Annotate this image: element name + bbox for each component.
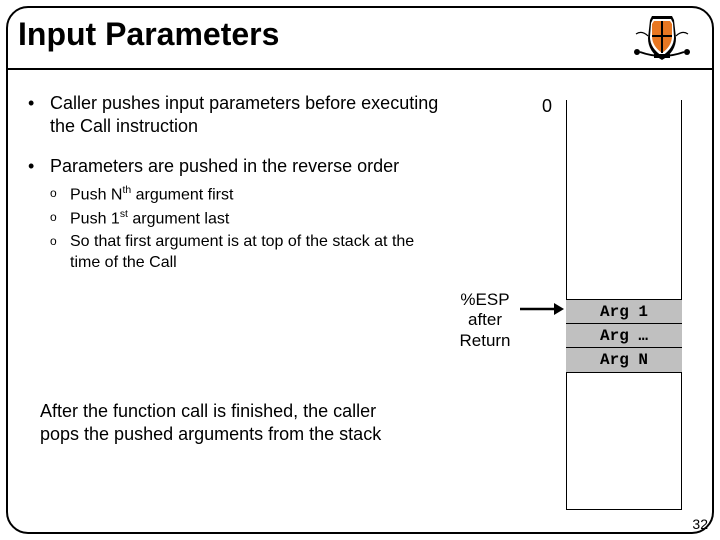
bullet-2-text: Parameters are pushed in the reverse ord…	[50, 156, 399, 176]
sub-bullet-2: o Push 1st argument last	[50, 208, 448, 230]
bullet-icon: •	[28, 92, 50, 137]
sub-bullet-2-text: Push 1st argument last	[70, 208, 229, 230]
esp-line3: Return	[450, 331, 520, 351]
stack-cell-argn: Arg N	[566, 348, 682, 372]
sub-bullet-icon: o	[50, 184, 70, 206]
sub-bullet-3-text: So that first argument is at top of the …	[70, 232, 448, 274]
sub-bullet-1: o Push Nth argument first	[50, 184, 448, 206]
sub-bullet-icon: o	[50, 208, 70, 230]
stack-cell-argdots: Arg …	[566, 324, 682, 348]
sub-bullet-1-text: Push Nth argument first	[70, 184, 233, 206]
content-area: • Caller pushes input parameters before …	[28, 92, 448, 281]
stack-cell-arg1: Arg 1	[566, 300, 682, 324]
sub-bullet-icon: o	[50, 232, 70, 274]
esp-label: %ESP after Return	[450, 290, 520, 351]
bullet-icon: •	[28, 155, 50, 275]
bullet-1: • Caller pushes input parameters before …	[28, 92, 448, 137]
title-divider	[6, 68, 714, 70]
page-number: 32	[692, 516, 708, 532]
stack-diagram: Arg 1 Arg … Arg N	[566, 100, 682, 510]
bullet-1-text: Caller pushes input parameters before ex…	[50, 92, 448, 137]
arrow-icon	[520, 302, 564, 316]
stack-top-label: 0	[542, 96, 552, 117]
slide-title: Input Parameters	[18, 16, 279, 53]
after-note: After the function call is finished, the…	[40, 400, 400, 447]
esp-line1: %ESP	[450, 290, 520, 310]
sub-list: o Push Nth argument first o Push 1st arg…	[50, 184, 448, 274]
princeton-shield-logo	[632, 10, 692, 64]
esp-line2: after	[450, 310, 520, 330]
bullet-2: • Parameters are pushed in the reverse o…	[28, 155, 448, 275]
sub-bullet-3: o So that first argument is at top of th…	[50, 232, 448, 274]
stack-args-band: Arg 1 Arg … Arg N	[566, 299, 682, 373]
